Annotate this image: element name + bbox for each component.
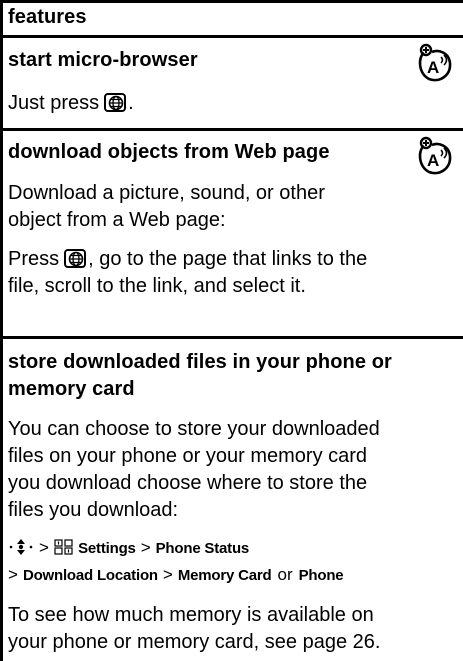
download-location-label: Download Location bbox=[22, 567, 158, 584]
section-title-store-line-2: memory card bbox=[8, 378, 135, 400]
or-text: or bbox=[277, 565, 293, 584]
download-step-line-2: file, scroll to the link, and select it. bbox=[8, 275, 306, 297]
memory-card-label: Memory Card bbox=[177, 567, 272, 584]
just-press-text: Just press bbox=[8, 92, 100, 114]
table-header: features bbox=[8, 6, 87, 28]
menu-path-line-2: > Download Location > Memory Card or Phone bbox=[8, 565, 344, 584]
store-footer-line-2: your phone or memory card, see page 26. bbox=[8, 631, 381, 653]
phone-label: Phone bbox=[298, 567, 344, 584]
section-divider-2 bbox=[0, 336, 463, 339]
browser-key-icon bbox=[104, 93, 127, 112]
header-divider bbox=[0, 35, 463, 38]
table-left-border bbox=[0, 0, 3, 661]
store-body-line-3: you download choose where to store the bbox=[8, 472, 368, 494]
svg-text:A: A bbox=[427, 58, 439, 77]
download-intro-line-1: Download a picture, sound, or other bbox=[8, 182, 325, 204]
section-title-download-objects: download objects from Web page bbox=[8, 141, 330, 163]
download-intro-line-2: object from a Web page: bbox=[8, 209, 226, 231]
store-body-line-4: files you download: bbox=[8, 499, 179, 521]
network-service-icon: A bbox=[418, 136, 452, 175]
browser-key-icon bbox=[64, 249, 87, 268]
section-title-start-micro-browser: start micro-browser bbox=[8, 49, 198, 71]
nav-key-icon bbox=[9, 539, 33, 555]
press-text: Press bbox=[8, 248, 60, 270]
network-service-icon: A bbox=[418, 43, 452, 82]
download-step-line-1: Press , go to the page that links to the bbox=[8, 246, 457, 273]
features-table: features start micro-browser A Just pres… bbox=[0, 0, 463, 661]
section-divider-1 bbox=[0, 128, 463, 131]
step-continuation-text: , go to the page that links to the bbox=[88, 248, 368, 270]
settings-label: Settings bbox=[78, 540, 136, 557]
store-body-line-1: You can choose to store your downloaded bbox=[8, 418, 380, 440]
store-footer-line-1: To see how much memory is available on bbox=[8, 604, 374, 626]
section-body-start-micro-browser: Just press. bbox=[8, 90, 457, 117]
phone-status-label: Phone Status bbox=[155, 540, 250, 557]
settings-icon bbox=[54, 539, 73, 555]
svg-text:A: A bbox=[427, 151, 439, 170]
table-top-border bbox=[0, 0, 463, 3]
period-text: . bbox=[128, 92, 134, 114]
section-title-store-line-1: store downloaded files in your phone or bbox=[8, 351, 392, 373]
menu-path-line-1: > Settings > Phone Status bbox=[8, 535, 457, 561]
store-body-line-2: files on your phone or your memory card bbox=[8, 445, 368, 467]
